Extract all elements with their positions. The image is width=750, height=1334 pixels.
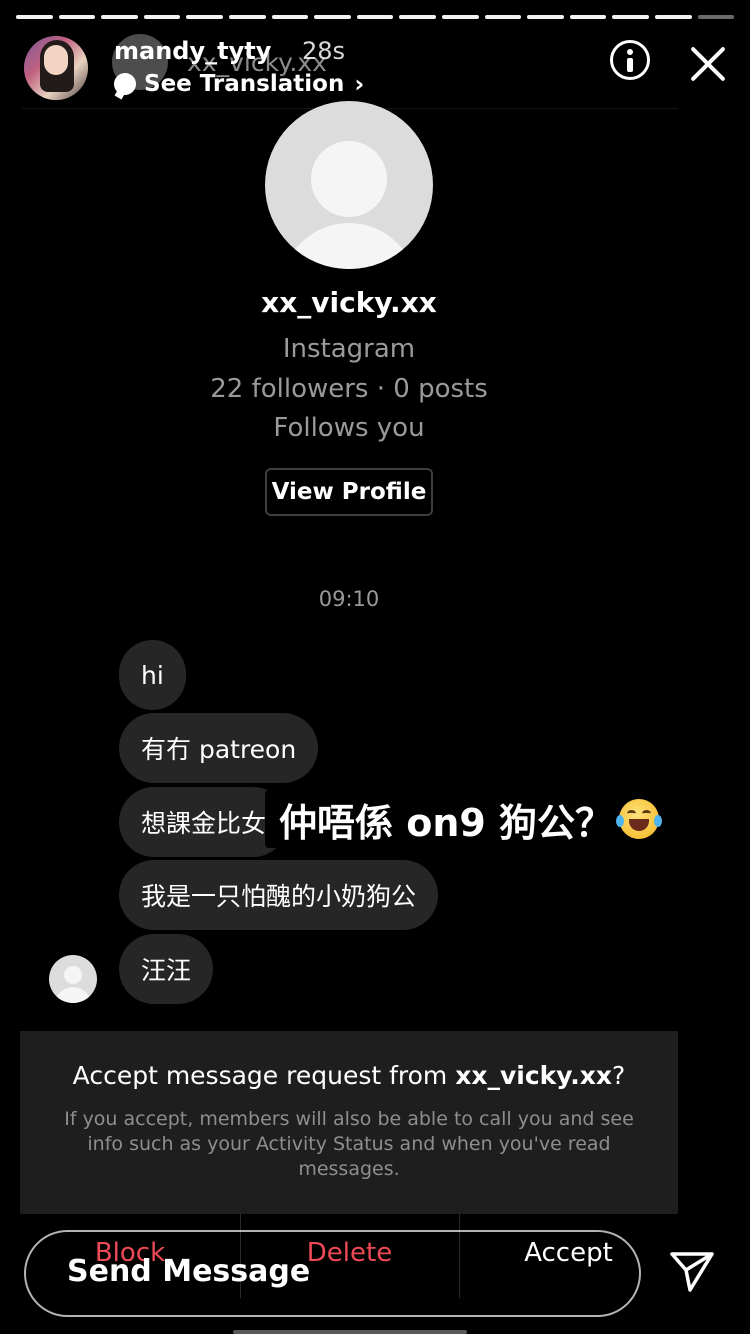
story-user-avatar[interactable]: [24, 36, 88, 100]
send-icon[interactable]: [666, 1248, 718, 1296]
translation-icon: [114, 73, 136, 95]
progress-segment: [186, 15, 223, 19]
progress-segment: [484, 15, 522, 19]
profile-stats: 22 followers · 0 posts: [210, 374, 488, 404]
request-title: Accept message request from xx_vicky.xx?: [72, 1061, 626, 1090]
story-time: 28s: [302, 37, 346, 65]
see-translation-label: See Translation: [144, 71, 345, 97]
info-icon[interactable]: [610, 40, 650, 80]
message-request-panel: Accept message request from xx_vicky.xx?…: [20, 1031, 678, 1214]
progress-segment: [228, 15, 266, 19]
progress-segment: [399, 15, 436, 19]
story-username[interactable]: mandy_tyty: [114, 36, 271, 66]
story-header: xx_vicky.xx mandy_tyty 28s See Translati…: [22, 34, 728, 104]
progress-segment: [101, 15, 138, 19]
progress-segment: [612, 15, 649, 19]
progress-segment: [441, 15, 479, 19]
chevron-right-icon: ›: [354, 70, 365, 98]
profile-platform: Instagram: [282, 334, 416, 364]
progress-segment: [271, 15, 309, 19]
close-icon[interactable]: [688, 44, 728, 84]
progress-segment: [697, 15, 735, 19]
chat-timestamp: 09:10: [318, 587, 380, 611]
progress-segment: [356, 15, 394, 19]
profile-avatar[interactable]: [265, 101, 433, 269]
progress-segment: [16, 15, 53, 19]
progress-segment: [314, 15, 351, 19]
progress-segment: [569, 15, 607, 19]
progress-segment: [527, 15, 564, 19]
story-text-sticker: 仲唔係 on9 狗公？: [265, 790, 670, 848]
message-bubble[interactable]: 我是一只怕醜的小奶狗公: [119, 860, 438, 930]
request-description: If you accept, members will also be able…: [64, 1108, 634, 1180]
profile-name: xx_vicky.xx: [261, 286, 437, 319]
view-profile-button[interactable]: View Profile: [265, 468, 433, 516]
sticker-text: 仲唔係 on9 狗公？: [279, 800, 614, 845]
sender-avatar[interactable]: [49, 955, 97, 1003]
see-translation-button[interactable]: See Translation ›: [114, 70, 364, 98]
story-progress-bar: [16, 15, 735, 19]
progress-segment: [58, 15, 96, 19]
profile-follows-you: Follows you: [273, 413, 425, 443]
message-bubble[interactable]: 有冇 patreon: [119, 713, 318, 783]
laughing-emoji-icon: [616, 799, 663, 839]
message-bubble[interactable]: hi: [119, 640, 186, 710]
progress-segment: [654, 15, 692, 19]
send-message-label: Send Message: [67, 1254, 311, 1289]
message-bubble[interactable]: 汪汪: [119, 934, 213, 1004]
home-indicator: [233, 1330, 467, 1334]
message-bubble[interactable]: 想課金比女: [119, 787, 288, 857]
progress-segment: [143, 15, 181, 19]
